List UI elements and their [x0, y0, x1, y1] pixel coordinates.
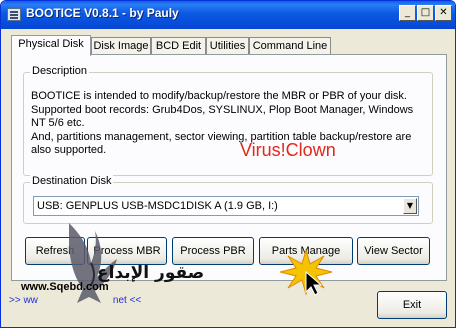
description-line: NT 5/6 etc. [31, 117, 85, 129]
tab-utilities[interactable]: Utilities [206, 37, 249, 55]
chevron-down-icon[interactable]: ▼ [403, 198, 417, 214]
description-line: Supported boot records: Grub4Dos, SYSLIN… [31, 103, 414, 116]
tab-physical-disk[interactable]: Physical Disk [11, 35, 91, 56]
close-button[interactable]: ✕ [435, 5, 452, 21]
destination-disk-legend: Destination Disk [30, 175, 114, 187]
cursor-spark-icon [279, 248, 333, 296]
app-icon [7, 8, 21, 21]
exit-button[interactable]: Exit [377, 291, 447, 319]
description-line: BOOTICE is intended to modify/backup/res… [31, 90, 407, 102]
title-bar[interactable]: BOOTICE V0.8.1 - by Pauly _ □ ✕ [1, 1, 455, 29]
description-group: Description BOOTICE is intended to modif… [23, 65, 436, 176]
arabic-watermark: صقور الإبداع [97, 263, 205, 283]
tab-disk-image[interactable]: Disk Image [91, 37, 151, 55]
site-link[interactable]: >> ww net << [9, 295, 141, 306]
watermark-text: Virus!Clown [240, 140, 336, 160]
process-pbr-button[interactable]: Process PBR [172, 237, 254, 265]
app-window: BOOTICE V0.8.1 - by Pauly _ □ ✕ Physical… [0, 0, 456, 328]
description-text: BOOTICE is intended to modify/backup/res… [31, 90, 436, 158]
destination-disk-select[interactable]: USB: GENPLUS USB-MSDC1DISK A (1.9 GB, I:… [33, 196, 419, 216]
maximize-button[interactable]: □ [417, 5, 434, 21]
tab-command-line[interactable]: Command Line [249, 37, 331, 55]
window-title: BOOTICE V0.8.1 - by Pauly [26, 6, 179, 20]
description-line: also supported. [31, 144, 107, 156]
tab-bcd-edit[interactable]: BCD Edit [151, 37, 206, 55]
destination-disk-value: USB: GENPLUS USB-MSDC1DISK A (1.9 GB, I:… [37, 200, 278, 212]
minimize-button[interactable]: _ [399, 5, 416, 21]
view-sector-button[interactable]: View Sector [357, 237, 430, 265]
description-legend: Description [30, 65, 90, 77]
description-line: And, partitions management, sector viewi… [31, 130, 412, 143]
site-watermark: www.Sqebd.com [21, 281, 109, 293]
